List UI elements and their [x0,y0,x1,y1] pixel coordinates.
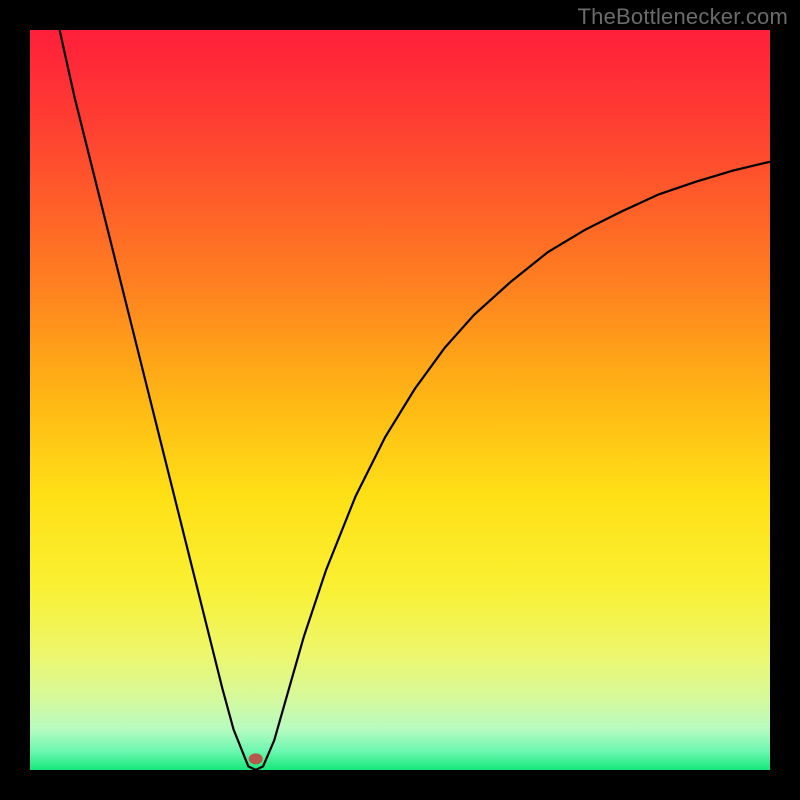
gradient-background [30,30,770,770]
attribution-label: TheBottlenecker.com [578,4,788,30]
plot-area [30,30,770,770]
chart-frame: TheBottlenecker.com [0,0,800,800]
optimal-point-marker [249,753,263,764]
bottleneck-chart [30,30,770,770]
